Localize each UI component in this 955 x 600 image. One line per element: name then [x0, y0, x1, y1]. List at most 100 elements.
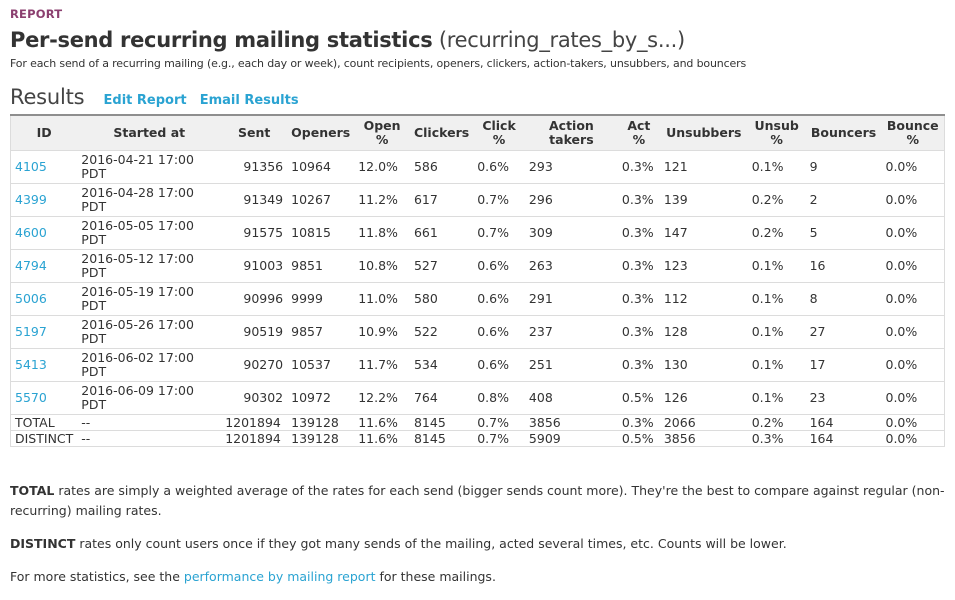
cell-started-at: 2016-04-28 17:00 PDT	[77, 183, 222, 217]
column-header-unsubbers: Unsubbers	[659, 115, 748, 151]
cell-action-takers: 309	[524, 216, 618, 250]
page-title: Per-send recurring mailing statistics (r…	[10, 28, 685, 52]
mailing-id-link[interactable]: 4105	[15, 159, 47, 174]
report-kicker: REPORT	[10, 7, 63, 21]
cell-started-at: 2016-06-02 17:00 PDT	[77, 348, 222, 382]
column-header-label: Bounce	[886, 118, 939, 133]
cell-unsubbers: 123	[659, 249, 748, 283]
column-header-open-pct: Open%	[354, 115, 410, 151]
cell-open-pct: 11.7%	[354, 348, 410, 382]
cell-clickers: 617	[409, 183, 474, 217]
cell-id: 4600	[10, 216, 78, 250]
performance-report-link[interactable]: performance by mailing report	[184, 569, 376, 584]
cell-open-pct: 10.9%	[354, 315, 410, 349]
cell-open-pct: 12.2%	[354, 381, 410, 415]
cell-openers: 139128	[287, 430, 355, 447]
note-distinct-label: DISTINCT	[10, 536, 76, 551]
note-total-label: TOTAL	[10, 483, 55, 498]
cell-sent: 91575	[221, 216, 288, 250]
cell-open-pct: 11.0%	[354, 282, 410, 316]
mailing-id-link[interactable]: 5570	[15, 390, 47, 405]
cell-started-at: 2016-05-05 17:00 PDT	[77, 216, 222, 250]
cell-openers: 9851	[287, 249, 355, 283]
note-total-text: rates are simply a weighted average of t…	[10, 483, 945, 518]
mailing-id-link[interactable]: 4399	[15, 192, 47, 207]
cell-click-pct: 0.6%	[473, 348, 525, 382]
cell-started-at: --	[77, 430, 222, 447]
column-header-label: Click	[482, 118, 516, 133]
email-results-link[interactable]: Email Results	[200, 93, 299, 108]
mailing-id-link[interactable]: 4794	[15, 258, 47, 273]
cell-unsub-pct: 0.1%	[747, 348, 806, 382]
note-more: For more statistics, see the performance…	[10, 567, 945, 587]
cell-id: 5570	[10, 381, 78, 415]
column-header-label: Unsub	[754, 118, 799, 133]
cell-unsubbers: 121	[659, 150, 748, 184]
mailing-id-link[interactable]: 4600	[15, 225, 47, 240]
cell-clickers: 8145	[409, 414, 474, 431]
column-header-bouncers: Bouncers	[805, 115, 882, 151]
results-heading: Results	[10, 85, 85, 109]
cell-id: 5006	[10, 282, 78, 316]
cell-act-pct: 0.5%	[617, 430, 660, 447]
mailing-id-link[interactable]: 5197	[15, 324, 47, 339]
column-header-openers: Openers	[287, 115, 355, 151]
cell-bouncers: 8	[805, 282, 882, 316]
cell-unsub-pct: 0.1%	[747, 249, 806, 283]
cell-bouncers: 23	[805, 381, 882, 415]
column-header-label-line2: takers	[549, 132, 594, 147]
cell-unsub-pct: 0.1%	[747, 381, 806, 415]
table-header-row: ID Started at Sent Openers Open% Clickers Clic…	[10, 115, 945, 151]
cell-unsub-pct: 0.2%	[747, 414, 806, 431]
mailing-id-link[interactable]: 5006	[15, 291, 47, 306]
cell-unsub-pct: 0.2%	[747, 216, 806, 250]
cell-openers: 10964	[287, 150, 355, 184]
cell-unsubbers: 3856	[659, 430, 748, 447]
cell-sent: 90996	[221, 282, 288, 316]
edit-report-link[interactable]: Edit Report	[104, 93, 187, 108]
column-header-label: Action	[548, 118, 594, 133]
cell-click-pct: 0.6%	[473, 150, 525, 184]
note-more-suffix: for these mailings.	[375, 569, 496, 584]
page-subtitle: For each send of a recurring mailing (e.…	[10, 57, 747, 70]
cell-id: DISTINCT	[10, 430, 78, 447]
mailing-id-link[interactable]: 5413	[15, 357, 47, 372]
cell-started-at: --	[77, 414, 222, 431]
cell-unsub-pct: 0.1%	[747, 315, 806, 349]
cell-clickers: 8145	[409, 430, 474, 447]
cell-click-pct: 0.6%	[473, 249, 525, 283]
cell-action-takers: 293	[524, 150, 618, 184]
table-row: 4794 2016-05-12 17:00 PDT 91003 9851 10.8% 52…	[10, 249, 945, 283]
cell-bouncers: 16	[805, 249, 882, 283]
cell-click-pct: 0.8%	[473, 381, 525, 415]
cell-act-pct: 0.5%	[617, 381, 660, 415]
cell-unsubbers: 130	[659, 348, 748, 382]
cell-clickers: 661	[409, 216, 474, 250]
column-header-label: Act	[627, 118, 651, 133]
cell-action-takers: 3856	[524, 414, 618, 431]
cell-clickers: 580	[409, 282, 474, 316]
notes-section: TOTAL rates are simply a weighted averag…	[10, 481, 945, 600]
cell-started-at: 2016-05-19 17:00 PDT	[77, 282, 222, 316]
cell-action-takers: 237	[524, 315, 618, 349]
cell-bounce-pct: 0.0%	[881, 348, 945, 382]
cell-sent: 90302	[221, 381, 288, 415]
note-more-prefix: For more statistics, see the	[10, 569, 184, 584]
cell-action-takers: 5909	[524, 430, 618, 447]
table-row: 5570 2016-06-09 17:00 PDT 90302 10972 12.2% 7…	[10, 381, 945, 415]
cell-sent: 91349	[221, 183, 288, 217]
cell-clickers: 522	[409, 315, 474, 349]
cell-action-takers: 263	[524, 249, 618, 283]
cell-click-pct: 0.7%	[473, 430, 525, 447]
table-row: 4600 2016-05-05 17:00 PDT 91575 10815 11.8% 6…	[10, 216, 945, 250]
cell-act-pct: 0.3%	[617, 216, 660, 250]
cell-open-pct: 11.2%	[354, 183, 410, 217]
cell-started-at: 2016-04-21 17:00 PDT	[77, 150, 222, 184]
cell-bouncers: 9	[805, 150, 882, 184]
cell-bouncers: 17	[805, 348, 882, 382]
cell-bouncers: 2	[805, 183, 882, 217]
table-row: 5006 2016-05-19 17:00 PDT 90996 9999 11.0% 58…	[10, 282, 945, 316]
cell-sent: 90519	[221, 315, 288, 349]
title-query-name: (recurring_rates_by_s...)	[438, 28, 685, 52]
cell-openers: 10815	[287, 216, 355, 250]
